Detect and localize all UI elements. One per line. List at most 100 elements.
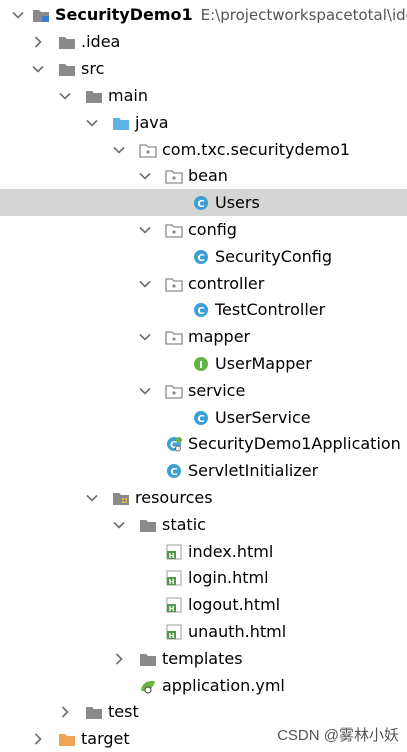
tree-row-templates[interactable]: templates: [0, 645, 407, 672]
chevron-down-icon[interactable]: [84, 484, 100, 511]
tree-label: com.txc.securitydemo1: [162, 140, 351, 159]
tree-row-unauth-html[interactable]: unauth.html: [0, 618, 407, 645]
project-label: SecurityDemo1 E:\projectworkspacetotal\id…: [55, 1, 407, 28]
chevron-down-icon[interactable]: [111, 511, 127, 538]
tree-label: test: [108, 702, 139, 721]
project-path: E:\projectworkspacetotal\ide: [200, 6, 407, 24]
tree-row-test[interactable]: test: [0, 698, 407, 725]
tree-row-test-controller[interactable]: TestController: [0, 296, 407, 323]
tree-label: logout.html: [188, 595, 281, 614]
tree-row-application-yml[interactable]: application.yml: [0, 672, 407, 699]
tree-label: src: [81, 59, 105, 78]
package-icon: [165, 216, 183, 243]
tree-row-config[interactable]: config: [0, 216, 407, 243]
chevron-down-icon[interactable]: [57, 82, 73, 109]
html-file-icon: [165, 591, 183, 618]
folder-icon: [58, 28, 76, 55]
tree-row-project[interactable]: SecurityDemo1 E:\projectworkspacetotal\id…: [0, 1, 407, 28]
tree-label: SecurityConfig: [215, 247, 333, 266]
html-file-icon: [165, 618, 183, 645]
chevron-right-icon[interactable]: [30, 725, 46, 752]
tree-label: static: [162, 515, 206, 534]
class-icon: [192, 296, 210, 323]
package-icon: [165, 162, 183, 189]
tree-label: bean: [188, 166, 228, 185]
tree-row-src[interactable]: src: [0, 55, 407, 82]
class-icon: [192, 404, 210, 431]
chevron-down-icon[interactable]: [30, 55, 46, 82]
chevron-down-icon[interactable]: [137, 323, 153, 350]
tree-row-application[interactable]: SecurityDemo1Application: [0, 430, 407, 457]
interface-icon: [192, 350, 210, 377]
chevron-down-icon[interactable]: [137, 162, 153, 189]
html-file-icon: [165, 538, 183, 565]
tree-label: java: [135, 113, 169, 132]
package-icon: [165, 270, 183, 297]
folder-icon: [85, 698, 103, 725]
tree-label: service: [188, 381, 246, 400]
package-icon: [165, 377, 183, 404]
chevron-down-icon[interactable]: [137, 377, 153, 404]
excluded-folder-icon: [58, 725, 76, 752]
class-icon: [192, 243, 210, 270]
chevron-down-icon[interactable]: [84, 109, 100, 136]
chevron-right-icon[interactable]: [57, 698, 73, 725]
tree-label: ServletInitializer: [188, 461, 319, 480]
tree-label: UserMapper: [215, 354, 312, 373]
chevron-down-icon[interactable]: [137, 216, 153, 243]
tree-row-user-mapper[interactable]: UserMapper: [0, 350, 407, 377]
module-folder-icon: [32, 1, 50, 28]
html-file-icon: [165, 564, 183, 591]
tree-label: index.html: [188, 542, 274, 561]
tree-row-java[interactable]: java: [0, 109, 407, 136]
tree-label: resources: [135, 488, 213, 507]
package-icon: [139, 136, 157, 163]
tree-row-main[interactable]: main: [0, 82, 407, 109]
tree-label: unauth.html: [188, 622, 287, 641]
chevron-right-icon[interactable]: [111, 645, 127, 672]
project-name: SecurityDemo1: [55, 5, 193, 24]
tree-row-controller[interactable]: controller: [0, 270, 407, 297]
resources-folder-icon: [112, 484, 130, 511]
tree-label: Users: [215, 193, 260, 212]
tree-row-user-service[interactable]: UserService: [0, 404, 407, 431]
chevron-right-icon[interactable]: [30, 28, 46, 55]
tree-row-package[interactable]: com.txc.securitydemo1: [0, 136, 407, 163]
folder-icon: [85, 82, 103, 109]
tree-row-static[interactable]: static: [0, 511, 407, 538]
tree-row-mapper[interactable]: mapper: [0, 323, 407, 350]
chevron-down-icon[interactable]: [10, 1, 26, 28]
folder-icon: [58, 55, 76, 82]
folder-icon: [139, 645, 157, 672]
tree-row-bean[interactable]: bean: [0, 162, 407, 189]
tree-label: controller: [188, 274, 265, 293]
tree-label: UserService: [215, 408, 311, 427]
tree-row-logout-html[interactable]: logout.html: [0, 591, 407, 618]
tree-label: login.html: [188, 568, 269, 587]
tree-label: main: [108, 86, 148, 105]
tree-row-service[interactable]: service: [0, 377, 407, 404]
tree-row-idea[interactable]: .idea: [0, 28, 407, 55]
tree-row-servlet-initializer[interactable]: ServletInitializer: [0, 457, 407, 484]
tree-label: TestController: [215, 300, 326, 319]
tree-row-users[interactable]: Users: [0, 189, 407, 216]
tree-label: templates: [162, 649, 243, 668]
chevron-down-icon[interactable]: [111, 136, 127, 163]
tree-label: SecurityDemo1Application: [188, 434, 401, 453]
tree-row-index-html[interactable]: index.html: [0, 538, 407, 565]
tree-label: application.yml: [162, 676, 285, 695]
package-icon: [165, 323, 183, 350]
chevron-down-icon[interactable]: [137, 270, 153, 297]
tree-label: .idea: [81, 32, 121, 51]
class-icon: [165, 457, 183, 484]
tree-row-security-config[interactable]: SecurityConfig: [0, 243, 407, 270]
spring-boot-class-icon: [165, 430, 183, 457]
yaml-config-icon: [139, 672, 157, 699]
tree-row-login-html[interactable]: login.html: [0, 564, 407, 591]
tree-row-resources[interactable]: resources: [0, 484, 407, 511]
project-tree: SecurityDemo1 E:\projectworkspacetotal\id…: [0, 0, 407, 751]
source-folder-icon: [112, 109, 130, 136]
tree-label: config: [188, 220, 237, 239]
tree-label: target: [81, 729, 130, 748]
watermark: CSDN @雾林小妖: [277, 727, 399, 744]
